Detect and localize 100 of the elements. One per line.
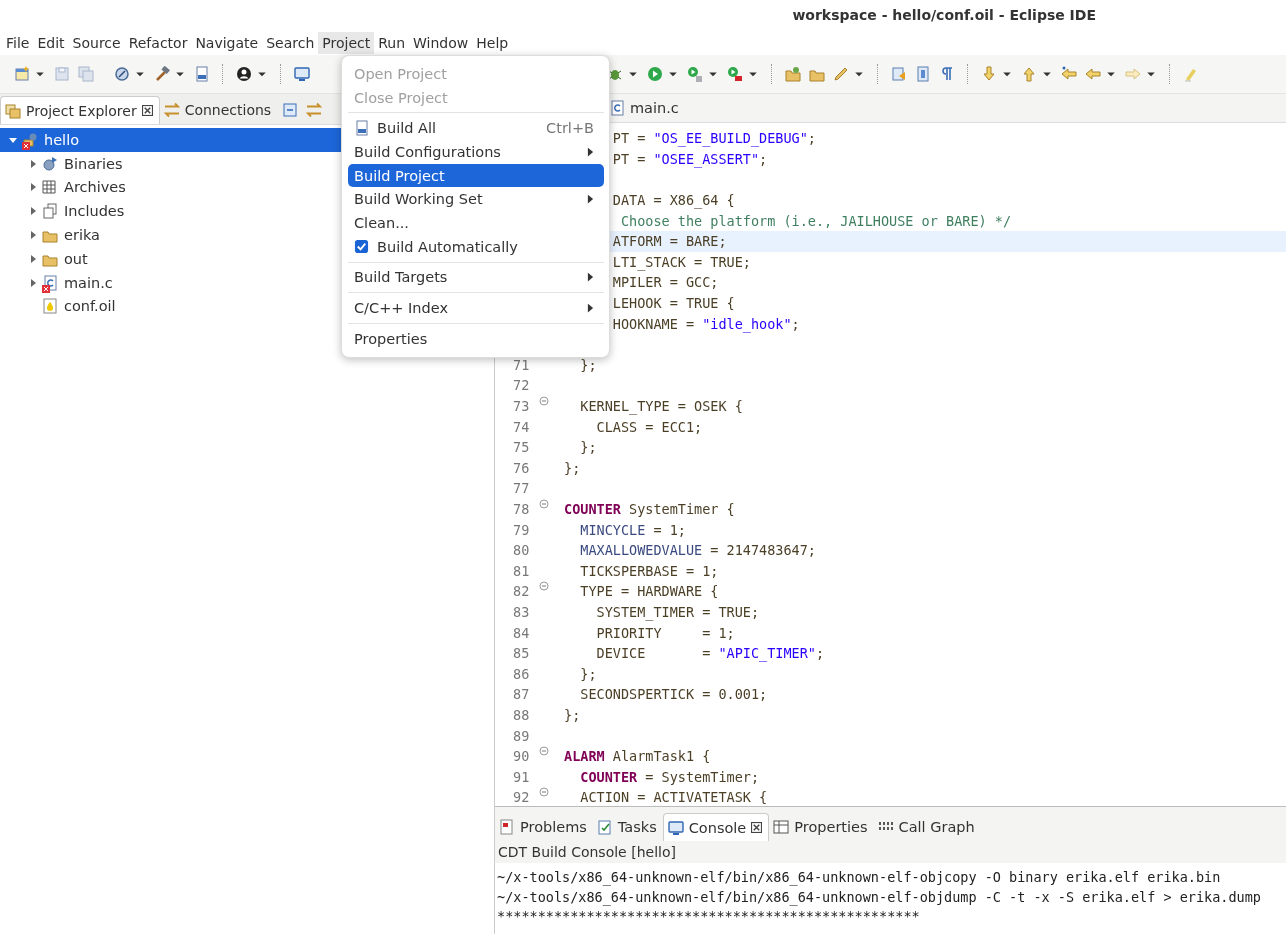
hammer-icon — [154, 66, 170, 82]
highlighter-icon — [1183, 66, 1199, 82]
back-star-icon — [1061, 66, 1077, 82]
editor-tab[interactable]: main.c — [605, 94, 689, 122]
code-line: HOOKNAME = "idle_hook"; — [611, 315, 800, 332]
menu-item[interactable]: Properties — [348, 326, 604, 351]
window-title: workspace - hello/conf.oil - Eclipse IDE — [792, 7, 1096, 23]
collapsed-arrow-icon[interactable] — [28, 277, 38, 288]
collapsed-arrow-icon[interactable] — [28, 182, 38, 193]
fold-icon[interactable] — [539, 787, 549, 798]
menu-item[interactable]: Build Targets — [348, 265, 604, 290]
code-line: SECONDSPERTICK = 0.001; — [579, 686, 768, 703]
line-number: 91 — [513, 768, 531, 785]
console-title: CDT Build Console [hello] — [497, 843, 677, 862]
menu-item[interactable]: Window — [409, 31, 473, 54]
binary-file-icon — [194, 66, 210, 82]
menu-item[interactable]: File — [2, 31, 34, 54]
menu-item[interactable]: Search — [262, 31, 319, 54]
panel-tab[interactable]: Tasks — [592, 813, 663, 841]
line-number: 84 — [513, 624, 531, 641]
run-list-icon — [687, 66, 703, 82]
line-number: 78 — [513, 501, 531, 517]
close-icon[interactable] — [751, 822, 763, 833]
code-line: COUNTER = SystemTimer; — [579, 768, 760, 785]
line-number: 74 — [513, 418, 531, 435]
console-line: ~/x-tools/x86_64-unknown-elf/bin/x86_64-unknown-elf-objdump -C -t -x -S erika.elf > erika.dump — [496, 888, 1262, 908]
collapsed-arrow-icon[interactable] — [28, 206, 38, 217]
shortcut-label: Ctrl+B — [546, 120, 594, 137]
menu-item[interactable]: Clean... — [348, 211, 604, 235]
menu-item[interactable]: Build Working Set — [348, 187, 604, 212]
panel-tab[interactable]: Console — [662, 813, 770, 841]
fold-icon[interactable] — [539, 581, 549, 592]
code-line: LEHOOK = TRUE { — [611, 295, 735, 312]
code-line: MINCYCLE = 1; — [579, 521, 686, 538]
forward-arrow-icon — [1125, 66, 1141, 82]
line-number: 82 — [513, 583, 531, 600]
close-icon[interactable] — [141, 105, 153, 116]
folder-star-icon — [785, 66, 801, 82]
clipboard-icon — [596, 819, 613, 835]
panel-tab[interactable]: Project Explorer — [0, 96, 160, 124]
console-line: ~/x-tools/x86_64-unknown-elf/bin/x86_64-unknown-elf-objcopy -O binary erika.elf erika.bin — [496, 869, 1222, 888]
fold-icon[interactable] — [539, 396, 549, 406]
menu-item[interactable]: Build Automatically — [348, 234, 604, 259]
code-line: KERNEL_TYPE = OSEK { — [579, 398, 743, 414]
line-number: 79 — [513, 521, 531, 538]
code-line: ACTION = ACTIVATETASK { — [579, 789, 768, 806]
panel-tab[interactable]: Call Graph — [873, 813, 981, 841]
line-number: 89 — [513, 727, 531, 744]
menu-item[interactable]: Run — [374, 31, 410, 54]
run-icon — [647, 66, 663, 82]
collapsed-arrow-icon[interactable] — [28, 253, 38, 264]
panel-tab[interactable]: Properties — [769, 813, 874, 841]
includes-icon — [42, 203, 58, 220]
panel-tab[interactable]: Problems — [495, 813, 593, 841]
build-icon — [354, 120, 370, 137]
line-number: 76 — [513, 459, 531, 476]
line-number: 85 — [513, 645, 531, 662]
down-arrow-icon — [981, 66, 997, 82]
pen-icon — [833, 66, 849, 82]
page-icon — [915, 66, 931, 82]
code-line: }; — [579, 665, 597, 682]
menu-item[interactable]: Project — [318, 31, 375, 54]
arrows-icon — [163, 102, 180, 118]
console-line: **************************************************** — [496, 908, 921, 926]
archives-icon — [42, 179, 58, 196]
person-icon — [236, 66, 252, 82]
monitor-icon — [667, 819, 684, 836]
line-number: 80 — [513, 542, 531, 559]
arrows-icon — [306, 102, 323, 118]
code-line: TYPE = HARDWARE { — [579, 583, 719, 600]
fold-icon[interactable] — [539, 499, 549, 509]
code-line: }; — [579, 439, 597, 456]
binaries-icon — [42, 155, 58, 172]
code-line: SYSTEM_TIMER = TRUE; — [595, 603, 760, 620]
menu-item[interactable]: Help — [472, 31, 513, 54]
line-number: 81 — [513, 562, 531, 579]
line-number: 72 — [513, 377, 531, 394]
collapsed-arrow-icon[interactable] — [28, 158, 38, 169]
menu-item[interactable]: Build Project — [348, 163, 604, 188]
menu-item[interactable]: Source — [68, 31, 125, 54]
code-line: ATFORM = BARE; — [611, 233, 727, 250]
save-icon — [54, 66, 70, 82]
code-line: MAXALLOWEDVALUE = 2147483647; — [579, 542, 816, 559]
line-number: 83 — [513, 603, 531, 620]
line-number: 77 — [513, 480, 531, 497]
collapsed-arrow-icon[interactable] — [28, 230, 38, 241]
menu-item[interactable]: Edit — [33, 31, 69, 54]
checkbox[interactable] — [354, 239, 369, 255]
code-line: }; — [564, 706, 581, 723]
menu-item[interactable]: Navigate — [191, 31, 263, 54]
run-stop-icon — [727, 66, 743, 82]
save-all-icon — [78, 66, 94, 82]
line-number: 86 — [513, 665, 531, 682]
menu-item[interactable]: Refactor — [124, 31, 192, 54]
menu-item[interactable]: C/C++ Index — [348, 296, 604, 320]
line-number: 75 — [513, 439, 531, 456]
oil-file-icon — [42, 298, 58, 315]
fold-icon[interactable] — [539, 746, 549, 757]
code-line: CLASS = ECC1; — [595, 418, 703, 435]
panel-tab[interactable]: Connections — [159, 96, 278, 124]
